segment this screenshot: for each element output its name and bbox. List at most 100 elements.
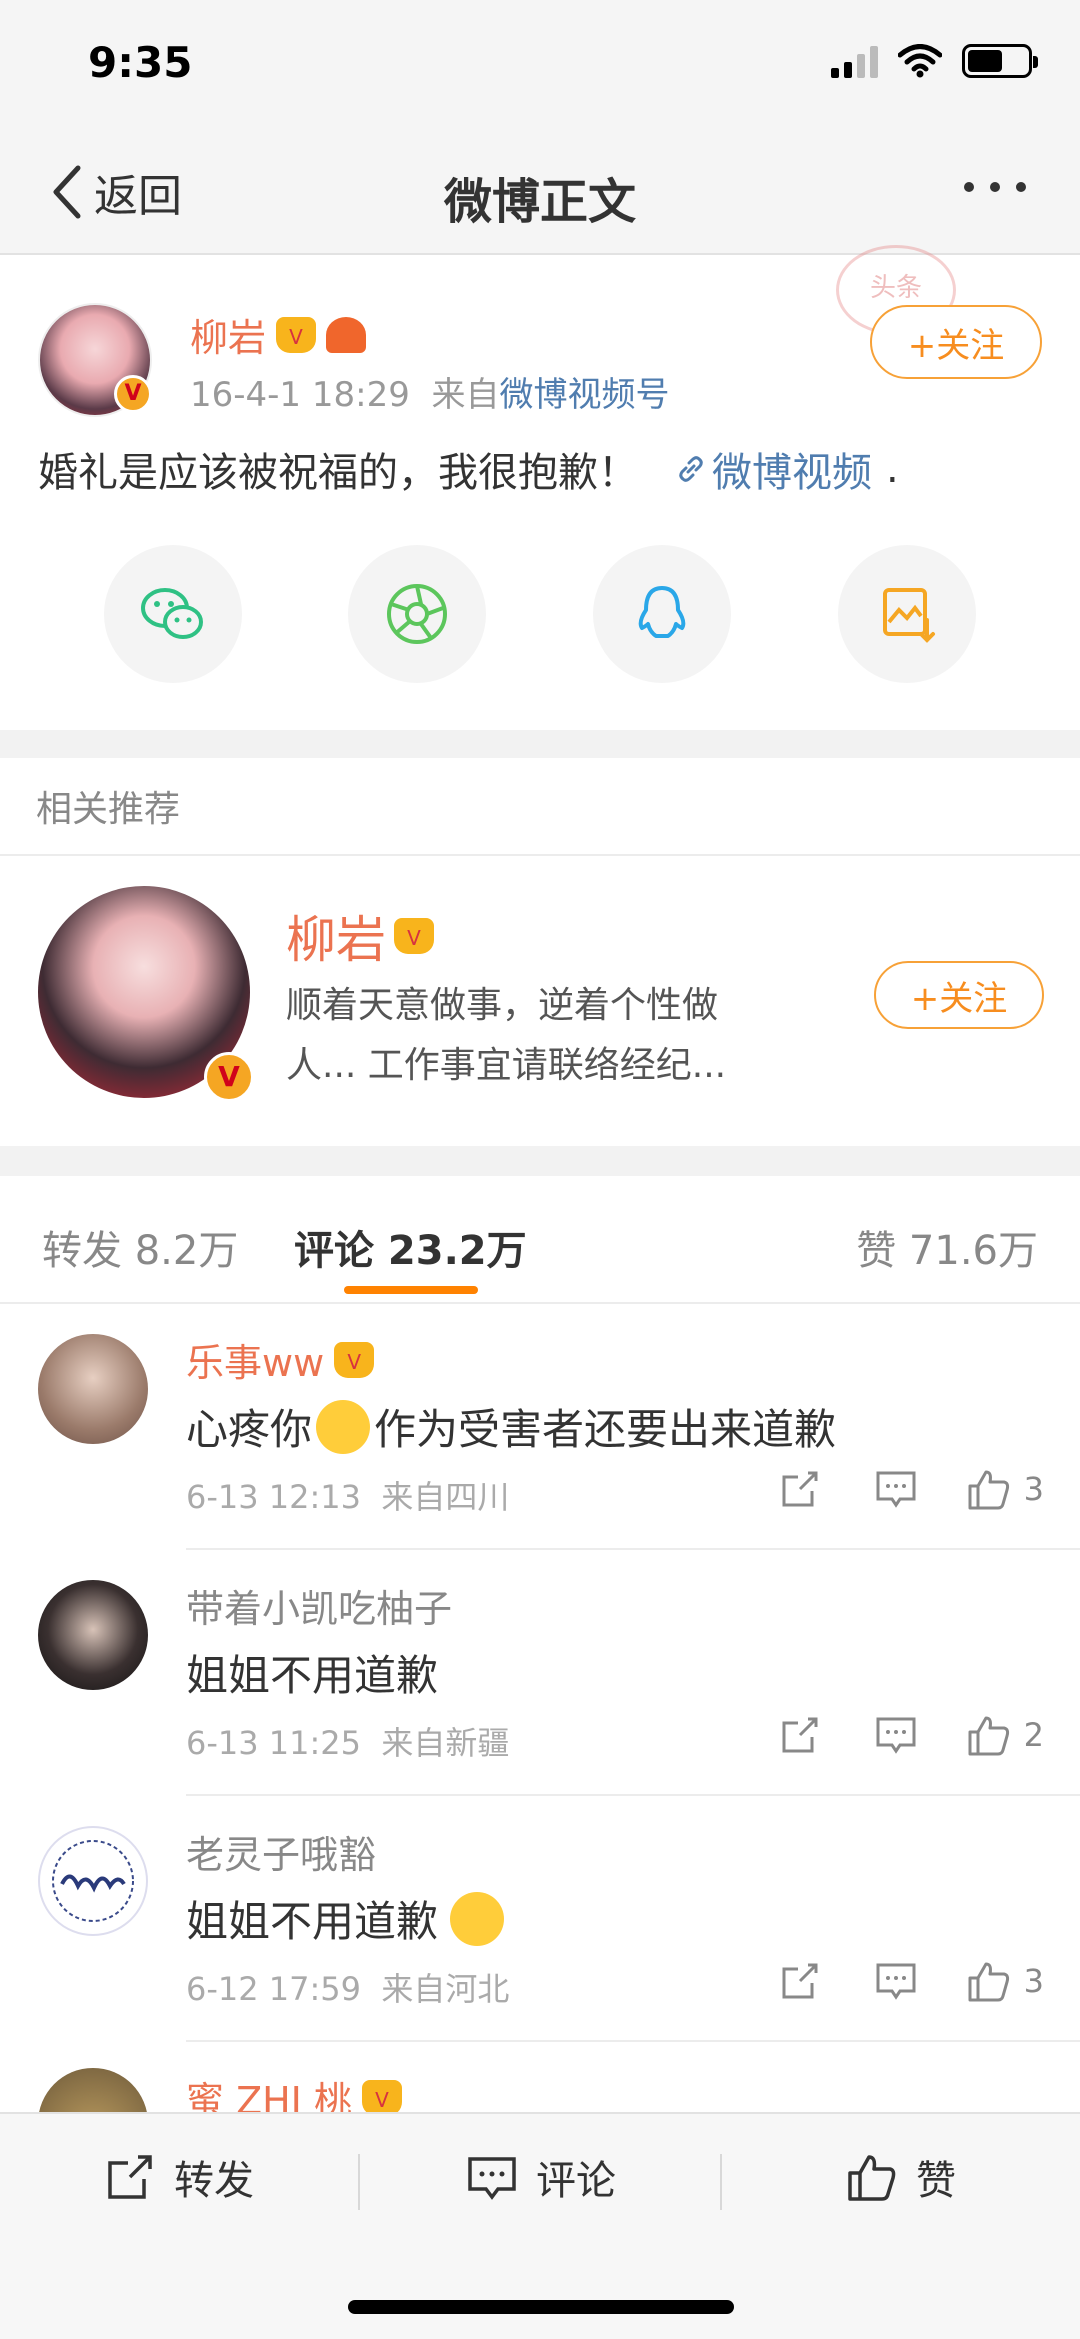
tab-likes[interactable]: 赞 71.6万 [856, 1218, 1038, 1276]
reply-icon[interactable] [874, 1713, 918, 1757]
post-trailing: . [886, 446, 899, 492]
video-link[interactable]: 微博视频 [676, 440, 872, 498]
comment-text-part: 姐姐不用道歉 [186, 1897, 439, 1946]
thumbs-up-icon [848, 2155, 896, 2201]
thumbs-up-icon [968, 1962, 1009, 2002]
comment-username[interactable]: 乐事ww V [186, 1332, 375, 1387]
recommend-follow-button[interactable]: +关注 [874, 961, 1044, 1029]
repost-label: 转发 [174, 2158, 254, 2204]
repost-icon [108, 2155, 152, 2199]
battery-icon [962, 44, 1038, 78]
comment-location: 来自四川 [381, 1478, 510, 1516]
recommend-header: 相关推荐 [0, 758, 1080, 856]
qq-icon [638, 586, 686, 638]
section-divider [0, 730, 1080, 758]
comment-like-button[interactable]: 3 [966, 1958, 1044, 2004]
home-indicator[interactable] [348, 2300, 734, 2314]
tab-repost[interactable]: 转发 8.2万 [42, 1218, 238, 1276]
recommend-card[interactable]: V 柳岩 V 顺着天意做事，逆着个性做人... 工作事宜请联络经纪... +关注 [0, 856, 1080, 1146]
reply-icon[interactable] [874, 1959, 918, 2003]
calligraphy-avatar-icon [52, 1840, 134, 1922]
comment-item: 带着小凯吃柚子 姐姐不用道歉 6-13 11:25 来自新疆 2 [0, 1550, 1080, 1796]
comment-location: 来自新疆 [381, 1724, 510, 1762]
comment-avatar[interactable] [38, 1580, 148, 1690]
reply-icon[interactable] [874, 1467, 918, 1511]
comment-username-text: 老灵子哦豁 [186, 1833, 377, 1877]
comment-like-button[interactable]: 2 [966, 1712, 1044, 1758]
bottom-toolbar: 转发 评论 赞 [0, 2112, 1080, 2339]
pleading-face-emoji [316, 1399, 371, 1454]
post-card: 头条 V 柳岩 V 16-4-1 18:29 来自微博视频号 +关注 婚礼是应该… [0, 245, 1080, 730]
comment-like-count: 3 [1023, 1470, 1044, 1508]
comment-username[interactable]: 蜜 ZHI 桃 V [186, 2070, 402, 2112]
comment-meta: 6-13 12:13 来自四川 [186, 1472, 509, 1518]
active-tab-indicator [344, 1286, 478, 1294]
comment-avatar[interactable] [38, 2068, 148, 2112]
thumbs-up-icon [968, 1716, 1009, 1756]
post-time: 16-4-1 18:29 [190, 375, 410, 415]
comment-icon [468, 2157, 516, 2200]
comment-username[interactable]: 老灵子哦豁 [186, 1824, 376, 1879]
follow-button[interactable]: +关注 [870, 305, 1042, 379]
post-source[interactable]: 微博视频号 [499, 375, 669, 415]
comment-text-part: 心疼你 [186, 1405, 313, 1454]
recommend-name-text: 柳岩 [286, 911, 386, 969]
share-wechat-button[interactable] [104, 545, 242, 683]
comment-actions: 2 [726, 1712, 1044, 1758]
like-label: 赞 [916, 2158, 956, 2204]
comment-location: 来自河北 [381, 1970, 510, 2008]
verified-badge-icon: V [114, 375, 152, 413]
comment-text-part: 姐姐不用道歉 [186, 1651, 439, 1700]
comment-like-count: 3 [1023, 1962, 1044, 2000]
more-icon[interactable] [964, 182, 1026, 192]
comment-avatar[interactable] [38, 1826, 148, 1936]
comment-time: 6-13 11:25 [186, 1724, 362, 1762]
link-icon [679, 456, 703, 482]
like-button[interactable]: 赞 [846, 2148, 956, 2206]
recommend-description: 顺着天意做事，逆着个性做人... 工作事宜请联络经纪... [286, 985, 727, 1086]
crown-icon: V [276, 316, 317, 353]
post-text: 婚礼是应该被祝福的，我很抱歉！ 微博视频 . [38, 440, 899, 498]
comment-text: 心疼你 作为受害者还要出来道歉 [186, 1396, 836, 1457]
comment-username-text: 乐事ww [186, 1341, 325, 1385]
share-qq-button[interactable] [593, 545, 731, 683]
status-bar: 9:35 [0, 0, 1080, 130]
comment-like-count: 2 [1023, 1716, 1044, 1754]
save-image-button[interactable] [838, 545, 976, 683]
comment-item: 乐事ww V 心疼你 作为受害者还要出来道歉 6-13 12:13 来自四川 3 [0, 1304, 1080, 1550]
verified-badge-icon: V [204, 1052, 254, 1102]
medal-icon [326, 316, 367, 353]
comment-item: 蜜 ZHI 桃 V [0, 2042, 1080, 2112]
comment-time: 6-13 12:13 [186, 1478, 362, 1516]
comment-avatar[interactable] [38, 1334, 148, 1444]
share-icon[interactable] [778, 1959, 822, 2003]
toolbar-separator [720, 2154, 722, 2210]
comment-text-part: 作为受害者还要出来道歉 [374, 1405, 837, 1454]
share-row [0, 545, 1080, 685]
comment-text: 姐姐不用道歉 [186, 1642, 438, 1703]
recommend-name[interactable]: 柳岩 V [286, 900, 434, 972]
comment-label: 评论 [536, 2158, 616, 2204]
wechat-icon [141, 588, 203, 639]
comment-like-button[interactable]: 3 [966, 1466, 1044, 1512]
nav-bar: 返回 微博正文 [0, 130, 1080, 255]
post-meta: 16-4-1 18:29 来自微博视频号 [190, 367, 669, 416]
save-image-icon [883, 588, 935, 643]
repost-button[interactable]: 转发 [104, 2148, 254, 2206]
comment-username-text: 蜜 ZHI 桃 [186, 2079, 352, 2112]
share-icon[interactable] [778, 1467, 822, 1511]
share-icon[interactable] [778, 1713, 822, 1757]
interaction-tabs: 转发 8.2万 评论 23.2万 赞 71.6万 [0, 1176, 1080, 1304]
video-link-label: 微博视频 [712, 450, 872, 496]
cellular-signal-icon [831, 44, 878, 78]
comment-text: 姐姐不用道歉 [186, 1888, 505, 1949]
toolbar-separator [358, 2154, 360, 2210]
moments-icon [387, 584, 447, 644]
comment-button[interactable]: 评论 [466, 2148, 616, 2206]
share-moments-button[interactable] [348, 545, 486, 683]
status-time: 9:35 [88, 38, 193, 87]
post-author-name[interactable]: 柳岩 V [190, 307, 367, 362]
tab-comments[interactable]: 评论 23.2万 [294, 1218, 527, 1276]
comment-username[interactable]: 带着小凯吃柚子 [186, 1578, 452, 1633]
crown-icon: V [334, 1341, 375, 1378]
